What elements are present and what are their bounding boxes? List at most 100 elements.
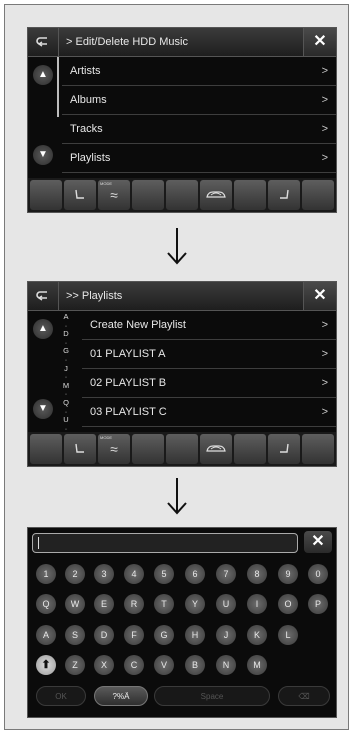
key-h[interactable]: H xyxy=(185,625,205,645)
key-t[interactable]: T xyxy=(154,594,174,614)
key-6[interactable]: 6 xyxy=(185,564,205,584)
list-item-playlist-a[interactable]: 01 PLAYLIST A > xyxy=(82,340,336,369)
bottom-button[interactable] xyxy=(302,434,334,464)
key-2[interactable]: 2 xyxy=(65,564,85,584)
key-l[interactable]: L xyxy=(278,625,298,645)
key-q[interactable]: Q xyxy=(36,594,56,614)
climate-bar: MODE ≈ xyxy=(28,178,336,212)
chevron-right-icon: > xyxy=(321,152,328,164)
page-title: >> Playlists xyxy=(66,290,123,302)
seat-heater-icon xyxy=(280,443,289,453)
mode-button[interactable]: MODE ≈ xyxy=(98,434,130,464)
seat-heater-right-button[interactable] xyxy=(268,180,300,210)
bottom-button[interactable] xyxy=(132,180,164,210)
list-item-playlists[interactable]: Playlists > xyxy=(62,144,336,173)
list-item-playlist-b[interactable]: 02 PLAYLIST B > xyxy=(82,369,336,398)
list-item-playlist-c[interactable]: 03 PLAYLIST C > xyxy=(82,398,336,427)
chevron-right-icon: > xyxy=(321,377,328,389)
bottom-button[interactable] xyxy=(132,434,164,464)
symbols-button[interactable]: ?%Ä xyxy=(94,686,148,706)
key-d[interactable]: D xyxy=(94,625,114,645)
key-c[interactable]: C xyxy=(124,655,144,675)
key-i[interactable]: I xyxy=(247,594,267,614)
key-g[interactable]: G xyxy=(154,625,174,645)
scroll-down-button[interactable]: ▼ xyxy=(33,145,53,165)
key-0[interactable]: 0 xyxy=(308,564,328,584)
delete-button[interactable]: ⌫ xyxy=(278,686,330,706)
text-input[interactable] xyxy=(32,533,298,553)
key-y[interactable]: Y xyxy=(185,594,205,614)
text-cursor xyxy=(38,537,39,549)
key-v[interactable]: V xyxy=(154,655,174,675)
title-bar: >> Playlists ✕ xyxy=(28,282,336,311)
back-button[interactable] xyxy=(28,28,59,56)
key-3[interactable]: 3 xyxy=(94,564,114,584)
scroll-up-button[interactable]: ▲ xyxy=(33,65,53,85)
key-s[interactable]: S xyxy=(65,625,85,645)
back-button[interactable] xyxy=(28,282,59,310)
down-arrow-icon xyxy=(167,478,187,515)
seat-heater-left-button[interactable] xyxy=(64,180,96,210)
key-9[interactable]: 9 xyxy=(278,564,298,584)
bottom-button[interactable] xyxy=(30,434,62,464)
ok-button[interactable]: OK xyxy=(36,686,86,706)
close-button[interactable]: ✕ xyxy=(303,282,336,310)
menu-list: Artists > Albums > Tracks > Playlists > xyxy=(62,57,336,173)
key-e[interactable]: E xyxy=(94,594,114,614)
key-5[interactable]: 5 xyxy=(154,564,174,584)
chevron-right-icon: > xyxy=(321,348,328,360)
key-u[interactable]: U xyxy=(216,594,236,614)
key-1[interactable]: 1 xyxy=(36,564,56,584)
down-arrow-icon xyxy=(167,228,187,265)
recirculation-button[interactable] xyxy=(200,434,232,464)
key-k[interactable]: K xyxy=(247,625,267,645)
key-p[interactable]: P xyxy=(308,594,328,614)
key-4[interactable]: 4 xyxy=(124,564,144,584)
alphabet-index[interactable]: A · D · G · J · M · Q · U · Z xyxy=(59,312,73,441)
key-7[interactable]: 7 xyxy=(216,564,236,584)
list-item-albums[interactable]: Albums > xyxy=(62,86,336,115)
list-item-label: Albums xyxy=(70,94,107,106)
key-a[interactable]: A xyxy=(36,625,56,645)
mode-button[interactable]: MODE ≈ xyxy=(98,180,130,210)
key-r[interactable]: R xyxy=(124,594,144,614)
key-n[interactable]: N xyxy=(216,655,236,675)
key-m[interactable]: M xyxy=(247,655,267,675)
close-button[interactable]: ✕ xyxy=(303,28,336,56)
close-button[interactable]: ✕ xyxy=(304,531,332,553)
shift-key[interactable]: ⬆ xyxy=(36,655,56,675)
bottom-button[interactable] xyxy=(166,180,198,210)
list-item-label: Artists xyxy=(70,65,101,77)
key-w[interactable]: W xyxy=(65,594,85,614)
key-j[interactable]: J xyxy=(216,625,236,645)
scroll-down-button[interactable]: ▼ xyxy=(33,399,53,419)
bottom-button[interactable] xyxy=(234,180,266,210)
bottom-button[interactable] xyxy=(302,180,334,210)
scrollbar[interactable] xyxy=(57,57,59,117)
list-item-label: 03 PLAYLIST C xyxy=(90,406,167,418)
list-item-label: Playlists xyxy=(70,152,111,164)
key-f[interactable]: F xyxy=(124,625,144,645)
key-b[interactable]: B xyxy=(185,655,205,675)
list-item-tracks[interactable]: Tracks > xyxy=(62,115,336,144)
bottom-button[interactable] xyxy=(30,180,62,210)
key-x[interactable]: X xyxy=(94,655,114,675)
chevron-right-icon: > xyxy=(321,123,328,135)
chevron-right-icon: > xyxy=(321,94,328,106)
list-item-create-new-playlist[interactable]: Create New Playlist > xyxy=(82,311,336,340)
bottom-button[interactable] xyxy=(166,434,198,464)
bottom-button[interactable] xyxy=(234,434,266,464)
climate-bar: MODE ≈ xyxy=(28,432,336,466)
recirculation-button[interactable] xyxy=(200,180,232,210)
scroll-up-button[interactable]: ▲ xyxy=(33,319,53,339)
back-arrow-icon xyxy=(36,291,47,301)
screen-keyboard: ✕ 1 2 3 4 5 6 7 8 9 0 Q W E R T Y U I O … xyxy=(27,527,337,718)
space-button[interactable]: Space xyxy=(154,686,270,706)
seat-heater-icon xyxy=(75,189,84,199)
list-item-artists[interactable]: Artists > xyxy=(62,57,336,86)
key-8[interactable]: 8 xyxy=(247,564,267,584)
key-o[interactable]: O xyxy=(278,594,298,614)
seat-heater-right-button[interactable] xyxy=(268,434,300,464)
seat-heater-left-button[interactable] xyxy=(64,434,96,464)
key-z[interactable]: Z xyxy=(65,655,85,675)
